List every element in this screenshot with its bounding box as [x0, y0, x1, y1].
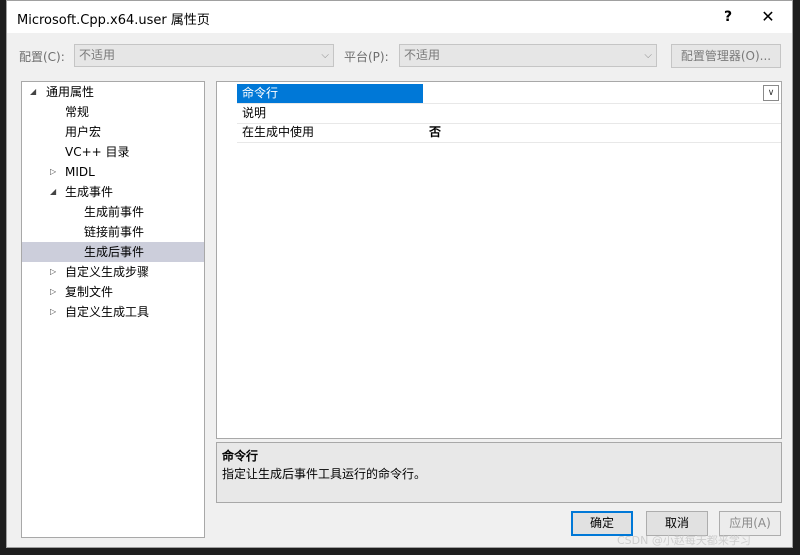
property-name[interactable]: 命令行 [237, 84, 423, 103]
tree-item-common-properties[interactable]: ◢ 通用属性 [22, 82, 204, 102]
tree-item-user-macros[interactable]: 用户宏 [22, 122, 204, 142]
tree-item-label: 自定义生成步骤 [65, 265, 150, 279]
tree-item-label: VC++ 目录 [65, 145, 130, 159]
dialog-title: Microsoft.Cpp.x64.user 属性页 [17, 13, 210, 28]
tree-item-label: 通用属性 [46, 85, 95, 99]
expand-icon[interactable]: ▷ [50, 262, 56, 282]
tree-item-post-build-event[interactable]: 生成后事件 [22, 242, 204, 262]
tree-item-label: 生成后事件 [84, 245, 145, 259]
tree-item-pre-link-event[interactable]: 链接前事件 [22, 222, 204, 242]
tree-item-label: MIDL [65, 165, 95, 179]
property-grid: 命令行 ∨ 说明 在生成中使用 否 [216, 81, 782, 439]
property-row-description[interactable]: 说明 [237, 104, 781, 124]
tree-item-custom-build-tool[interactable]: ▷ 自定义生成工具 [22, 302, 204, 322]
property-name[interactable]: 在生成中使用 [237, 123, 423, 142]
expand-icon[interactable]: ▷ [50, 302, 56, 322]
configuration-label: 配置(C): [19, 50, 65, 64]
platform-value: 不适用 [404, 48, 441, 62]
tree-item-label: 用户宏 [65, 125, 102, 139]
tree-item-build-events[interactable]: ◢ 生成事件 [22, 182, 204, 202]
expand-icon[interactable]: ▷ [50, 162, 56, 182]
expand-icon[interactable]: ▷ [50, 282, 56, 302]
tree-item-label: 生成前事件 [84, 205, 145, 219]
close-icon[interactable]: ✕ [756, 6, 780, 28]
chevron-down-icon: ⌵ [321, 50, 329, 61]
property-row-command-line[interactable]: 命令行 ∨ [237, 84, 781, 104]
property-name[interactable]: 说明 [237, 104, 423, 123]
collapse-icon[interactable]: ◢ [50, 182, 56, 202]
property-value-field[interactable] [425, 84, 781, 103]
property-value-field[interactable]: 否 [425, 123, 781, 142]
description-panel: 命令行 指定让生成后事件工具运行的命令行。 [216, 442, 782, 503]
description-text: 指定让生成后事件工具运行的命令行。 [222, 467, 427, 481]
tree-item-custom-build-step[interactable]: ▷ 自定义生成步骤 [22, 262, 204, 282]
platform-label: 平台(P): [344, 50, 389, 64]
configuration-value: 不适用 [79, 48, 116, 62]
tree-item-label: 常规 [65, 105, 90, 119]
chevron-down-icon: ⌵ [644, 50, 652, 61]
help-icon[interactable]: ? [716, 6, 740, 28]
tree-item-label: 链接前事件 [84, 225, 145, 239]
background-editor-right [792, 0, 800, 555]
platform-dropdown[interactable]: 不适用 ⌵ [399, 44, 657, 67]
collapse-icon[interactable]: ◢ [30, 82, 36, 102]
description-title: 命令行 [222, 449, 259, 463]
tree-item-label: 自定义生成工具 [65, 305, 150, 319]
tree-item-label: 生成事件 [65, 185, 114, 199]
tree-item-label: 复制文件 [65, 285, 114, 299]
property-tree: ◢ 通用属性 常规 用户宏 VC++ 目录 ▷ MIDL ◢ 生成事件 生成前事… [21, 81, 205, 538]
tree-item-vc-directories[interactable]: VC++ 目录 [22, 142, 204, 162]
watermark-text: CSDN @小赵每天都来学习 [617, 534, 751, 547]
property-pages-dialog: Microsoft.Cpp.x64.user 属性页 ? ✕ 配置(C): 不适… [6, 0, 793, 548]
property-value-field[interactable] [425, 104, 781, 123]
configuration-manager-button[interactable]: 配置管理器(O)... [671, 44, 781, 68]
tree-item-general[interactable]: 常规 [22, 102, 204, 122]
title-bar: Microsoft.Cpp.x64.user 属性页 ? ✕ [7, 1, 792, 33]
tree-item-copy-file[interactable]: ▷ 复制文件 [22, 282, 204, 302]
configuration-dropdown[interactable]: 不适用 ⌵ [74, 44, 334, 67]
tree-item-midl[interactable]: ▷ MIDL [22, 162, 204, 182]
configuration-bar: 配置(C): 不适用 ⌵ 平台(P): 不适用 ⌵ 配置管理器(O)... [7, 43, 792, 69]
chevron-down-icon[interactable]: ∨ [763, 85, 779, 101]
tree-item-pre-build-event[interactable]: 生成前事件 [22, 202, 204, 222]
property-row-use-in-build[interactable]: 在生成中使用 否 [237, 123, 781, 143]
